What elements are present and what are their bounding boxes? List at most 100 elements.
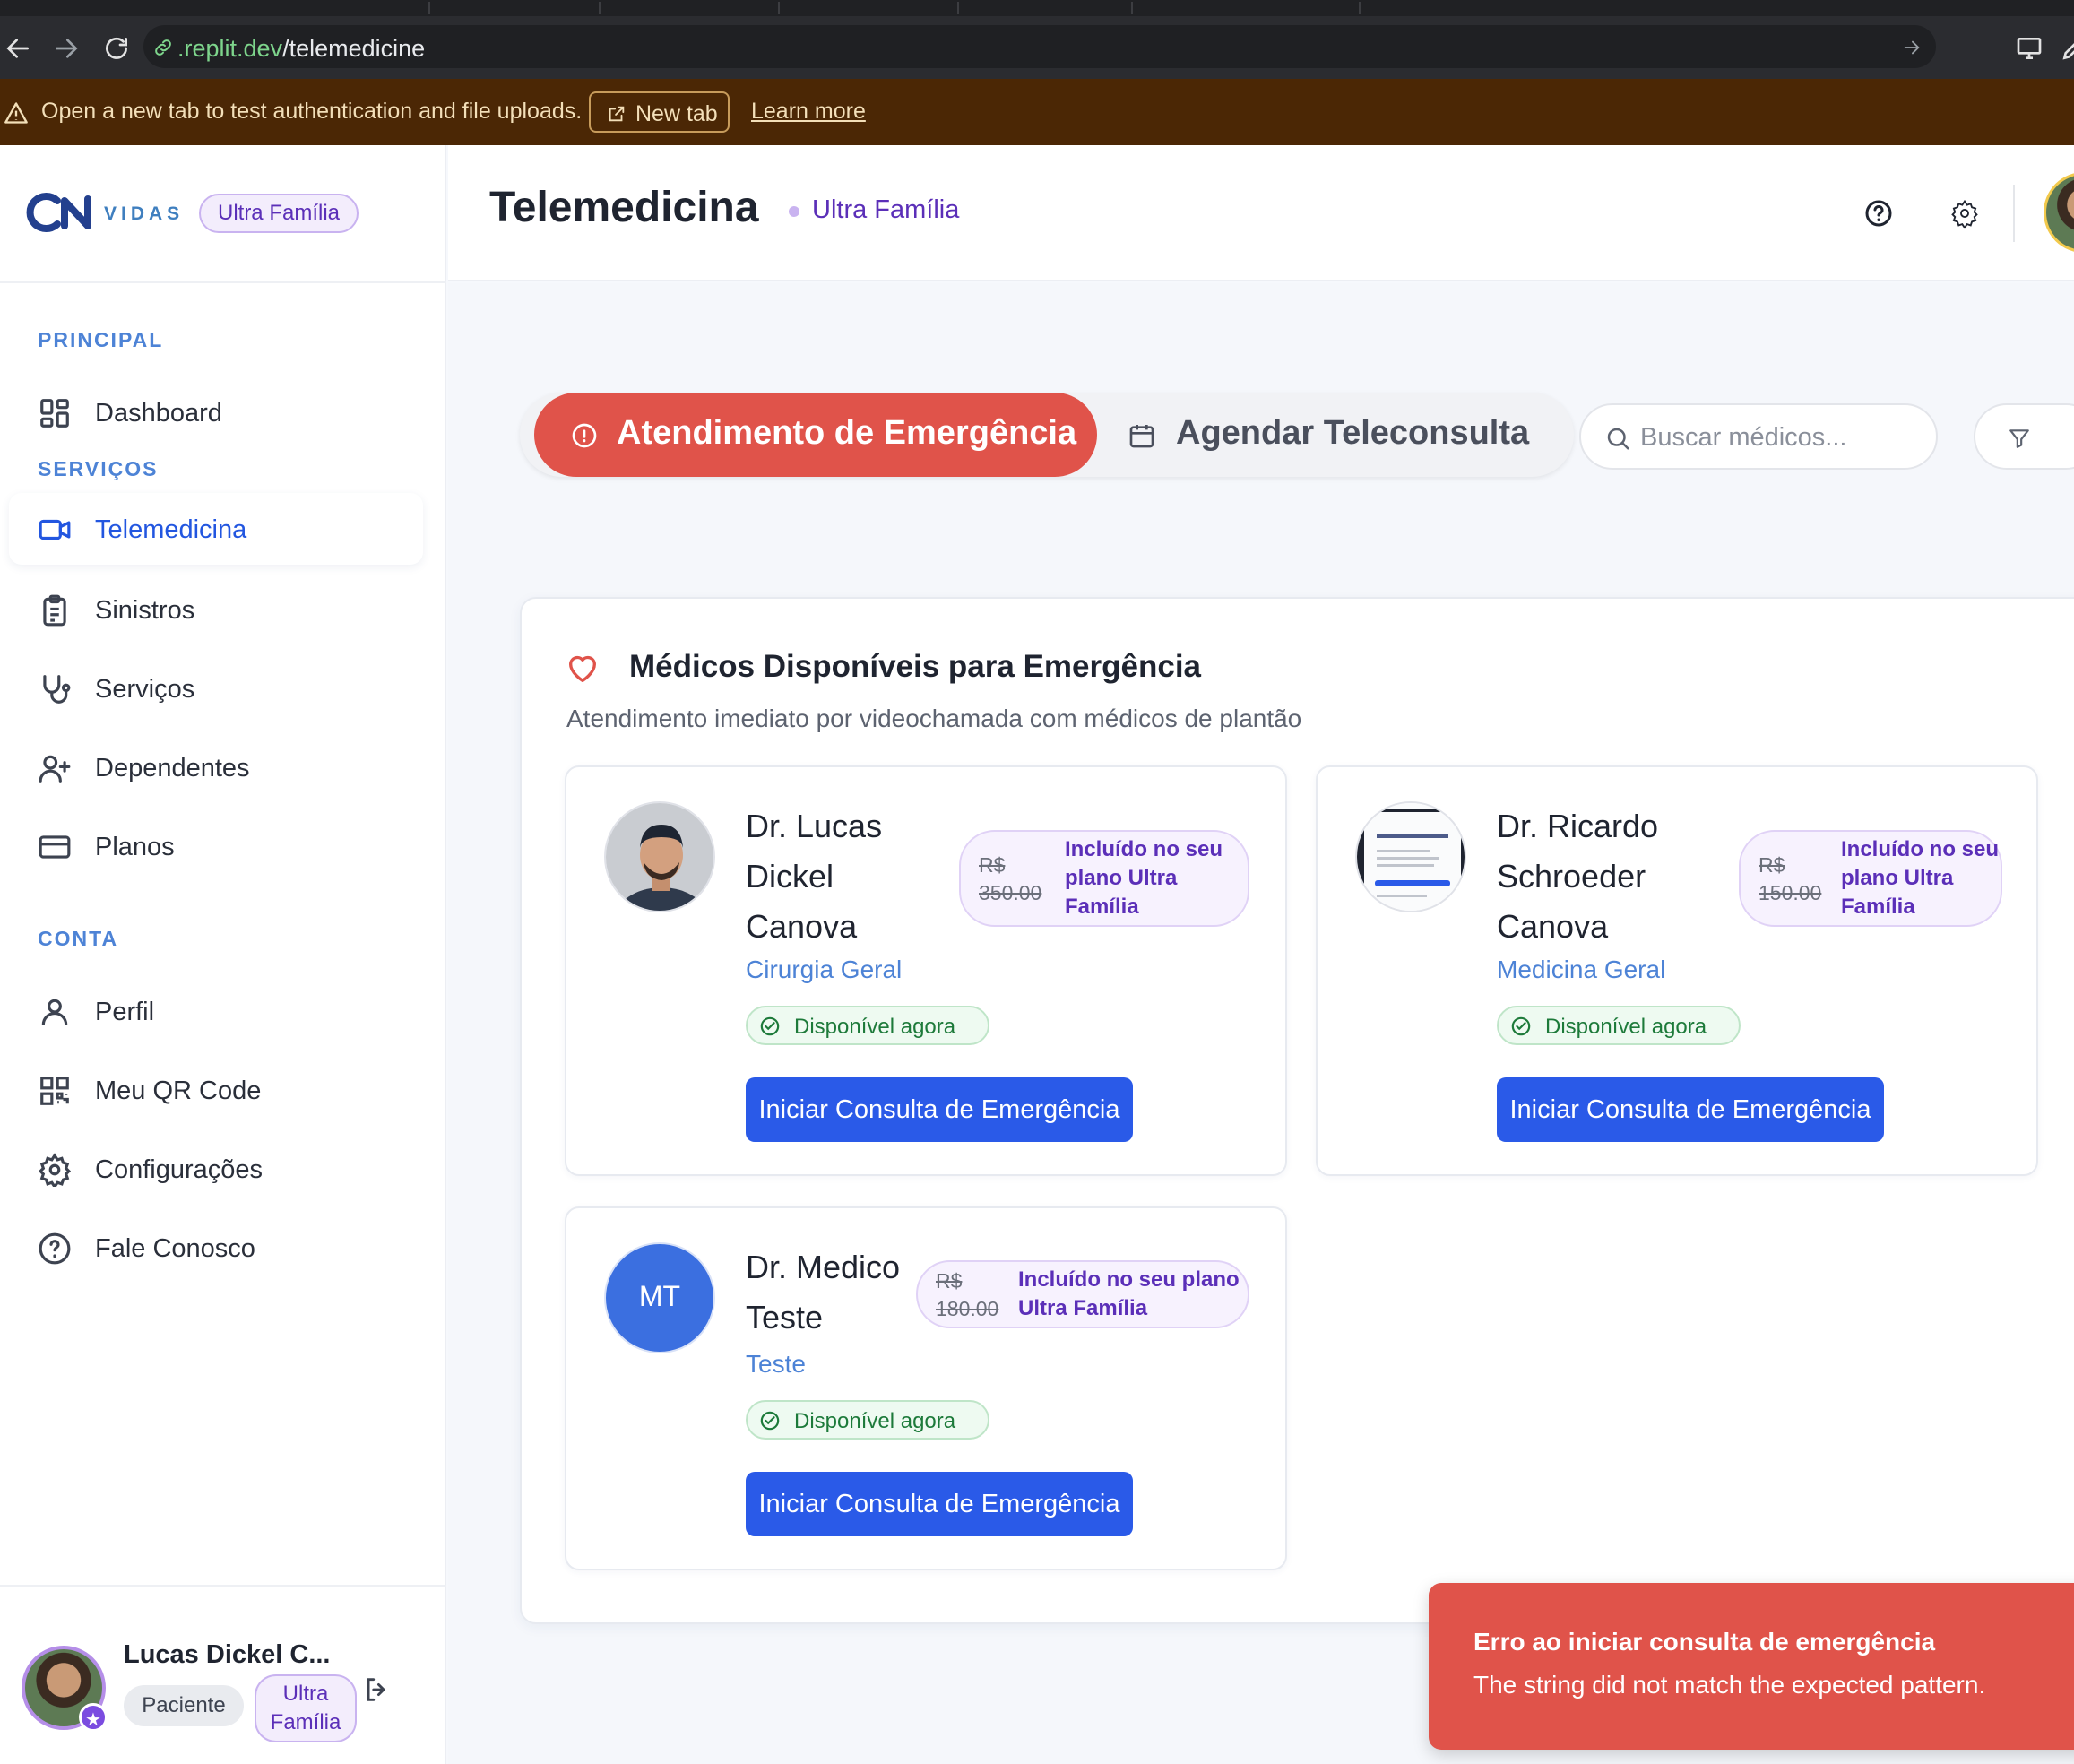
availability-badge: Disponível agora: [746, 1006, 989, 1045]
sidebar-item-label: Configurações: [95, 1155, 263, 1184]
go-arrow-icon[interactable]: [1902, 38, 1922, 57]
page-header: Telemedicina Ultra Família: [448, 145, 2074, 281]
video-icon: [38, 513, 72, 547]
sidebar-item-label: Perfil: [95, 998, 155, 1026]
doctor-name: Dr. Ricardo Schroeder Canova: [1497, 808, 1659, 945]
user-plan-badge: Ultra Família: [255, 1674, 357, 1742]
sidebar-item-qr-code[interactable]: Meu QR Code: [9, 1054, 423, 1126]
tab-schedule[interactable]: Agendar Teleconsulta: [1111, 393, 1560, 477]
header-avatar[interactable]: [2044, 172, 2074, 253]
header-plan-label: Ultra Família: [812, 195, 960, 224]
filter-icon: [2008, 427, 2031, 450]
sidebar-item-label: Planos: [95, 833, 175, 861]
learn-more-link[interactable]: Learn more: [751, 99, 866, 125]
price-included: Incluído no seu plano Ultra Família: [1065, 837, 1223, 919]
help-button[interactable]: [1855, 190, 1902, 237]
consultation-tabs: Atendimento de Emergência Agendar Teleco…: [520, 393, 1574, 477]
url-text: .replit.dev/telemedicine: [177, 35, 426, 62]
device-preview-icon[interactable]: [2015, 34, 2044, 63]
logout-icon[interactable]: [362, 1674, 393, 1705]
price-included: Incluído no seu plano Ultra Família: [1841, 837, 2000, 919]
panel-title: Médicos Disponíveis para Emergência: [629, 649, 1202, 684]
reload-icon[interactable]: [102, 34, 131, 63]
availability-label: Disponível agora: [794, 1015, 956, 1039]
sidebar-item-dashboard[interactable]: Dashboard: [9, 376, 423, 448]
error-toast[interactable]: Erro ao iniciar consulta de emergência T…: [1429, 1583, 2074, 1750]
doctor-photo: [604, 801, 715, 912]
clipboard-icon: [38, 593, 72, 627]
sidebar-item-label: Dashboard: [95, 399, 222, 428]
start-emergency-button[interactable]: Iniciar Consulta de Emergência: [1497, 1077, 1884, 1142]
sidebar-item-configuracoes[interactable]: Configurações: [9, 1133, 423, 1205]
tab-separator: [778, 2, 780, 14]
sidebar-item-perfil[interactable]: Perfil: [9, 975, 423, 1047]
heart-icon: [565, 651, 601, 687]
doctor-initials-avatar: MT: [604, 1242, 715, 1353]
external-link-icon: [607, 104, 627, 124]
sidebar-item-servicos[interactable]: Serviços: [9, 653, 423, 724]
doctor-name: Dr. Medico Teste: [746, 1249, 901, 1336]
filter-button[interactable]: [1974, 403, 2074, 470]
back-icon[interactable]: [4, 34, 32, 63]
logo-area: VIDAS Ultra Família: [0, 145, 446, 283]
availability-badge: Disponível agora: [746, 1400, 989, 1440]
doctor-name: Dr. Lucas Dickel Canova: [746, 808, 883, 945]
price-included: Incluído no seu plano Ultra Família: [1018, 1267, 1240, 1320]
banner-message: Open a new tab to test authentication an…: [41, 99, 583, 124]
availability-label: Disponível agora: [1545, 1015, 1707, 1039]
availability-badge: Disponível agora: [1497, 1006, 1741, 1045]
tab-schedule-label: Agendar Teleconsulta: [1176, 414, 1530, 452]
dashboard-icon: [38, 396, 72, 430]
qr-code-icon: [38, 1074, 72, 1108]
tab-separator: [957, 2, 959, 14]
sidebar-item-planos[interactable]: Planos: [9, 810, 423, 882]
forward-icon[interactable]: [52, 34, 81, 63]
check-circle-icon: [1511, 1016, 1531, 1036]
calendar-icon: [1128, 421, 1156, 450]
availability-label: Disponível agora: [794, 1409, 956, 1433]
nav-section-principal: PRINCIPAL: [38, 328, 164, 351]
nav-section-servicos: SERVIÇOS: [38, 457, 159, 480]
sidebar-item-telemedicina[interactable]: Telemedicina: [9, 493, 423, 565]
doctor-specialty: Cirurgia Geral: [746, 956, 903, 983]
sidebar-item-dependentes[interactable]: Dependentes: [9, 731, 423, 803]
dev-warning-banner: Open a new tab to test authentication an…: [0, 79, 2074, 145]
doctor-specialty: Teste: [746, 1350, 806, 1378]
browser-toolbar: .replit.dev/telemedicine: [0, 16, 2074, 79]
panel-subtitle: Atendimento imediato por videochamada co…: [566, 705, 1302, 732]
edit-icon[interactable]: [2060, 34, 2074, 63]
settings-button[interactable]: [1941, 190, 1988, 237]
price-badge: R$ 150.00 Incluído no seu plano Ultra Fam…: [1739, 830, 2002, 927]
gear-icon: [38, 1153, 72, 1187]
start-emergency-button[interactable]: Iniciar Consulta de Emergência: [746, 1472, 1133, 1536]
cn-logo[interactable]: [25, 190, 100, 235]
sidebar-item-sinistros[interactable]: Sinistros: [9, 574, 423, 645]
sidebar-item-label: Meu QR Code: [95, 1077, 262, 1105]
new-tab-label: New tab: [635, 101, 718, 126]
address-bar[interactable]: .replit.dev/telemedicine: [143, 25, 1936, 68]
search-icon: [1604, 425, 1631, 452]
search-input[interactable]: [1640, 418, 1927, 457]
sidebar-item-label: Sinistros: [95, 596, 195, 625]
user-name: Lucas Dickel C...: [124, 1640, 331, 1669]
tab-separator: [599, 2, 601, 14]
sidebar-item-label: Fale Conosco: [95, 1234, 255, 1263]
doctor-photo: [1355, 801, 1466, 912]
browser-tab-strip: [0, 0, 2074, 16]
price-original: R$ 180.00: [936, 1269, 999, 1320]
new-tab-button[interactable]: New tab: [589, 91, 730, 133]
alert-circle-icon: [570, 421, 599, 450]
doctor-search: [1579, 403, 1938, 470]
tab-emergency[interactable]: Atendimento de Emergência: [534, 393, 1097, 477]
sidebar-item-label: Serviços: [95, 675, 195, 704]
star-icon: ★: [79, 1703, 108, 1732]
check-circle-icon: [760, 1411, 780, 1431]
header-divider: [2013, 185, 2015, 242]
credit-card-icon: [38, 830, 72, 864]
plan-badge: Ultra Família: [199, 194, 359, 233]
price-original: R$ 350.00: [979, 853, 1042, 904]
start-emergency-button[interactable]: Iniciar Consulta de Emergência: [746, 1077, 1133, 1142]
sidebar: VIDAS Ultra Família PRINCIPAL Dashboard …: [0, 145, 446, 1764]
user-role-badge: Paciente: [124, 1685, 244, 1726]
sidebar-item-fale-conosco[interactable]: Fale Conosco: [9, 1212, 423, 1284]
